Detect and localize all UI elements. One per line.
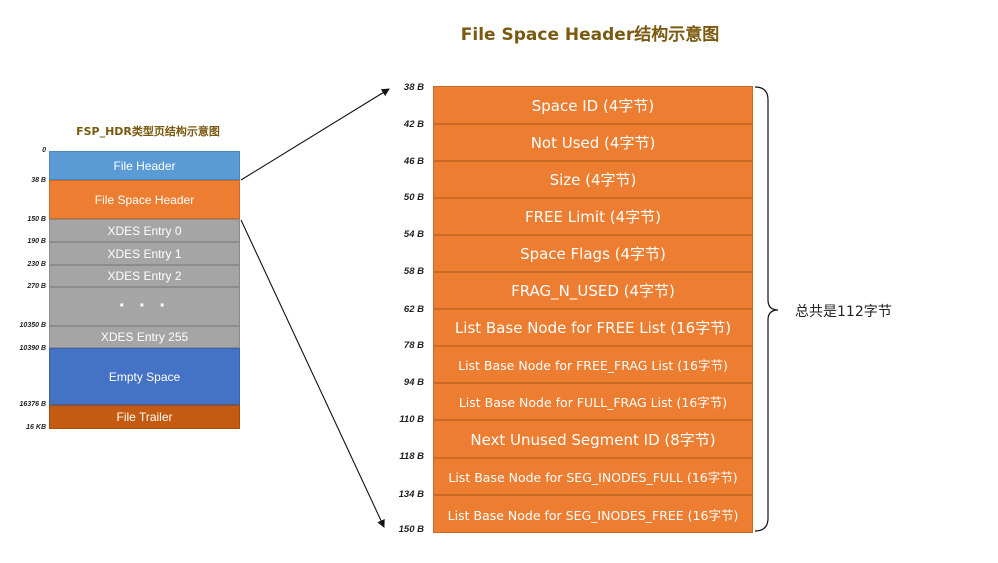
connector-layer [240, 86, 779, 532]
lower-connector-arrow [240, 219, 385, 528]
upper-connector-arrow [240, 88, 390, 181]
total-size-label: 总共是112字节 [795, 304, 892, 320]
right-brace-icon [754, 86, 779, 532]
